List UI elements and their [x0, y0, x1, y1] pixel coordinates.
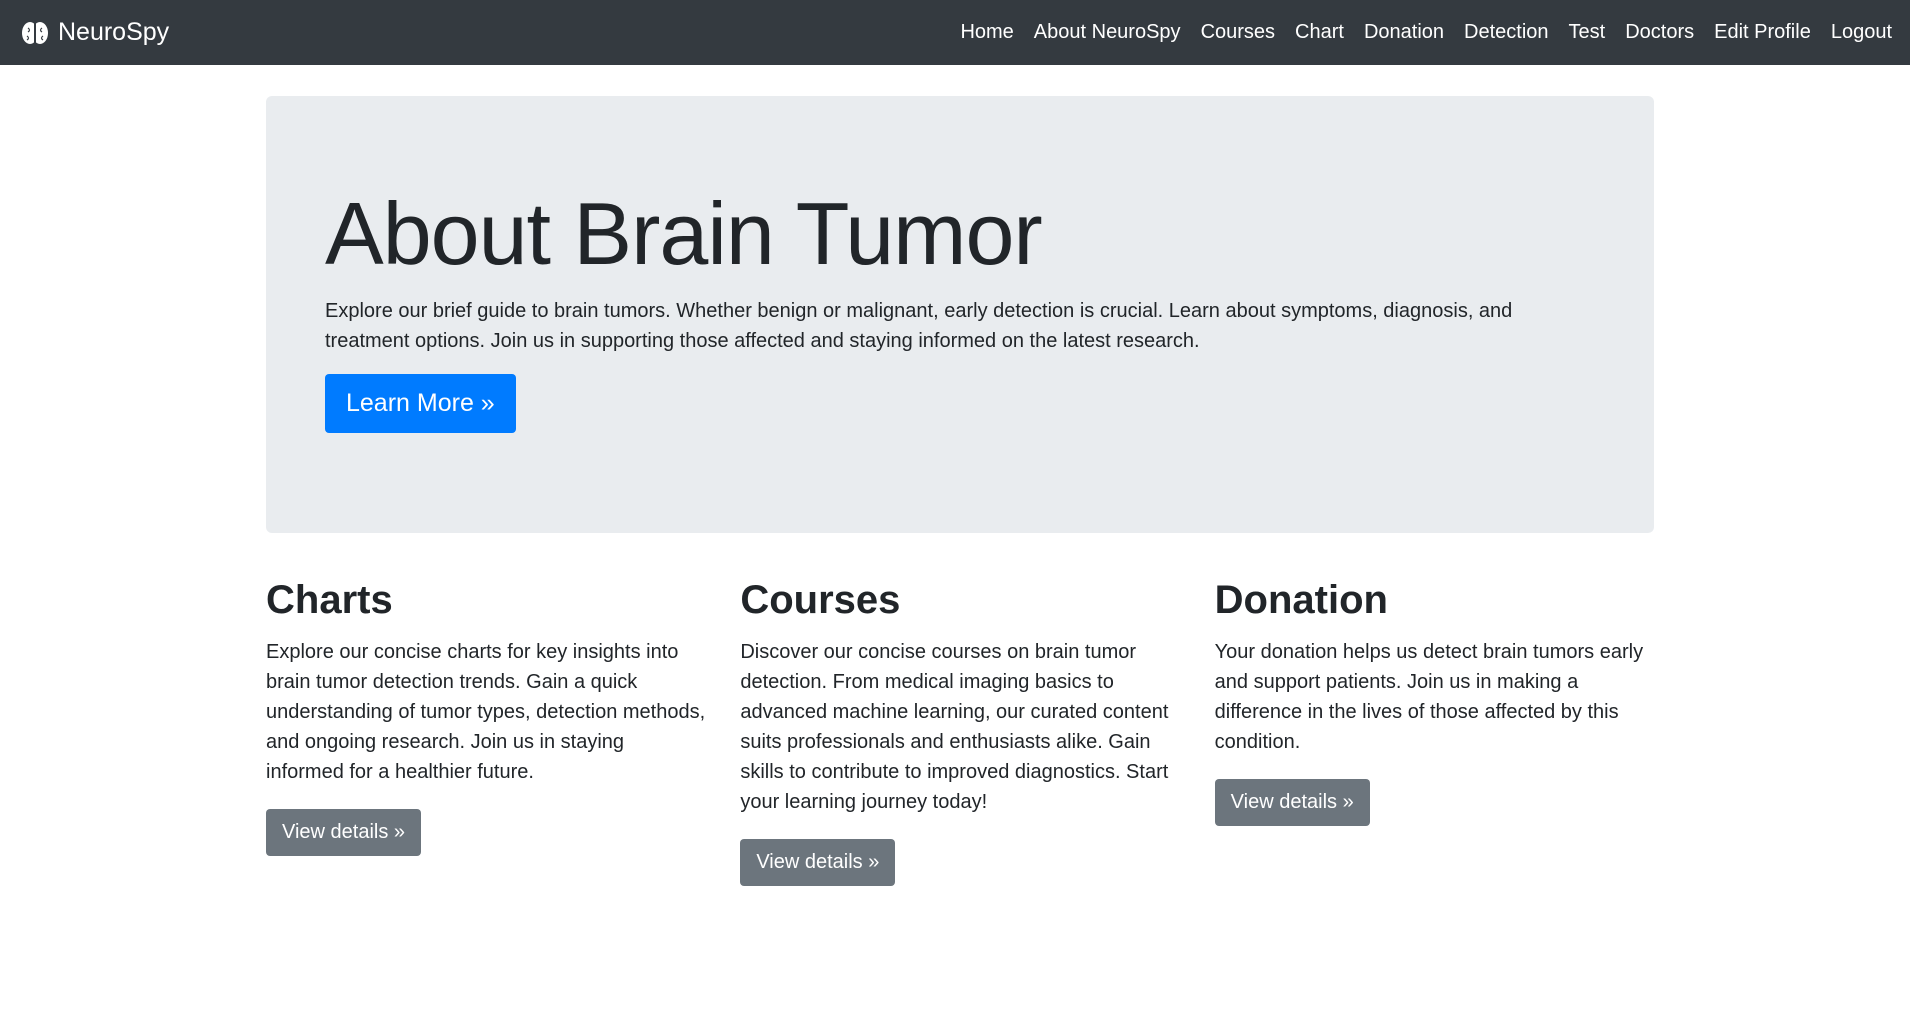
nav-home[interactable]: Home — [960, 21, 1013, 44]
hero-text: Explore our brief guide to brain tumors.… — [325, 300, 1513, 352]
nav-edit-profile[interactable]: Edit Profile — [1714, 21, 1811, 44]
nav-links: Home About NeuroSpy Courses Chart Donati… — [960, 21, 1892, 44]
nav-about[interactable]: About NeuroSpy — [1034, 21, 1181, 44]
learn-more-button[interactable]: Learn More » — [325, 374, 516, 433]
charts-view-details-button[interactable]: View details » — [266, 809, 422, 856]
nav-doctors[interactable]: Doctors — [1625, 21, 1694, 44]
nav-test[interactable]: Test — [1569, 21, 1606, 44]
feature-courses: Courses Discover our concise courses on … — [740, 575, 1179, 886]
feature-text: Your donation helps us detect brain tumo… — [1214, 641, 1644, 753]
feature-title: Donation — [1214, 578, 1388, 622]
brand-name: NeuroSpy — [58, 18, 170, 46]
feature-charts: Charts Explore our concise charts for ke… — [266, 575, 705, 886]
feature-title: Courses — [740, 578, 901, 622]
brand-link[interactable]: NeuroSpy — [20, 18, 169, 48]
hero-title: About Brain Tumor — [325, 184, 1043, 283]
nav-logout[interactable]: Logout — [1831, 21, 1892, 44]
nav-donation[interactable]: Donation — [1364, 21, 1444, 44]
navbar: NeuroSpy Home About NeuroSpy Courses Cha… — [0, 0, 1910, 65]
feature-text: Explore our concise charts for key insig… — [266, 641, 706, 783]
donation-view-details-button[interactable]: View details » — [1214, 779, 1370, 826]
feature-columns: Charts Explore our concise charts for ke… — [266, 575, 1654, 886]
feature-title: Charts — [266, 578, 393, 622]
nav-detection[interactable]: Detection — [1464, 21, 1549, 44]
nav-courses[interactable]: Courses — [1201, 21, 1275, 44]
brain-icon — [22, 21, 48, 44]
feature-text: Discover our concise courses on brain tu… — [740, 641, 1169, 813]
nav-chart[interactable]: Chart — [1295, 21, 1344, 44]
feature-donation: Donation Your donation helps us detect b… — [1214, 575, 1654, 886]
courses-view-details-button[interactable]: View details » — [740, 839, 896, 886]
hero-jumbotron: About Brain Tumor Explore our brief guid… — [266, 96, 1654, 533]
